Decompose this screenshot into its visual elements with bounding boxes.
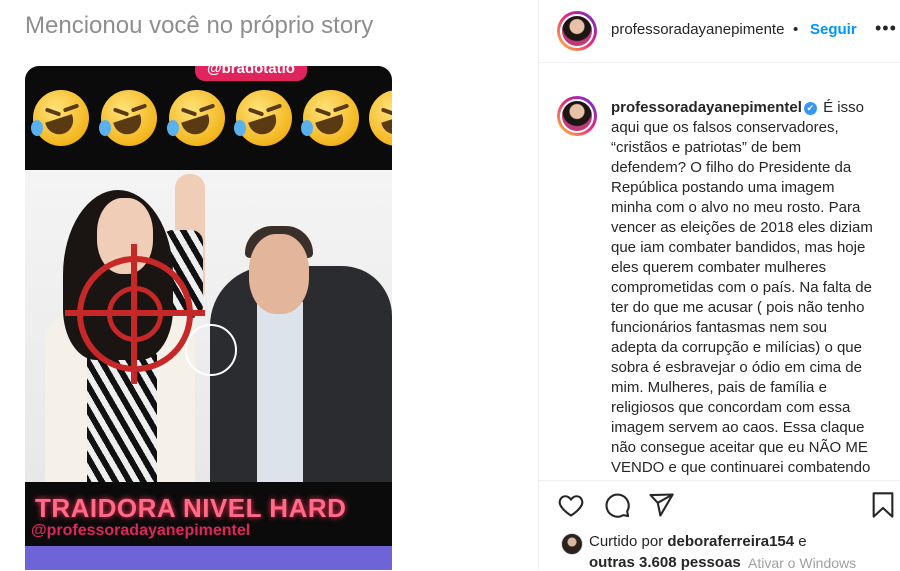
caption-avatar[interactable] (557, 96, 597, 136)
photo-man-shirt (257, 302, 303, 486)
avatar[interactable] (557, 11, 597, 51)
caption-username[interactable]: professoradayanepimentel (611, 99, 802, 116)
story-image[interactable]: @bradotatio TRAIDORA NIVEL HARD @profess… (25, 66, 392, 570)
laughing-emoji-icon (301, 90, 359, 146)
laughing-emoji-icon (31, 90, 89, 146)
more-options-icon[interactable]: ••• (875, 18, 897, 39)
follow-button[interactable]: Seguir (810, 21, 857, 38)
caption-area[interactable]: professoradayanepimentel ✔ É isso aqui qu… (539, 63, 900, 479)
story-caption: TRAIDORA NIVEL HARD (35, 493, 347, 523)
others-count[interactable]: outras 3.608 pessoas (589, 554, 741, 571)
story-top-tag: @bradotatio (195, 66, 307, 81)
separator-dot: • (793, 21, 799, 38)
comment-icon[interactable] (603, 491, 631, 519)
photo-man-face (249, 234, 309, 314)
story-emoji-band: @bradotatio (25, 66, 392, 170)
caption-text: É isso aqui que os falsos conservadores,… (611, 99, 873, 476)
laughing-emoji-icon (167, 90, 225, 146)
liked-by-suffix: e (798, 533, 807, 550)
liker-username[interactable]: deboraferreira154 (667, 533, 794, 550)
story-purple-bar (25, 546, 392, 570)
crosshair-vertical (131, 244, 137, 384)
likes-count[interactable]: outras 3.608 pessoas (589, 554, 741, 571)
post-header: professoradayanepimente • Seguir ••• (539, 0, 900, 63)
share-icon[interactable] (647, 491, 675, 519)
laughing-emoji-icon (234, 90, 292, 146)
header-username[interactable]: professoradayanepimente (611, 21, 784, 38)
verified-badge-icon: ✔ (803, 101, 817, 115)
liked-by: Curtido por deboraferreira154 e (589, 533, 807, 550)
story-mention-panel: Mencionou você no próprio story @bradota… (0, 0, 538, 570)
windows-activation-watermark: Ativar o Windows (748, 555, 857, 571)
laughing-emoji-icon (369, 90, 392, 146)
post-panel: professoradayanepimente • Seguir ••• pro… (538, 0, 900, 571)
panel-title: Mencionou você no próprio story (25, 12, 374, 39)
bookmark-icon[interactable] (869, 491, 897, 519)
post-actions: Curtido por deboraferreira154 e outras 3… (539, 480, 900, 571)
story-handle-strip: @professoradayanepimentel (25, 522, 392, 548)
laughing-emoji-icon (99, 90, 157, 146)
heart-icon[interactable] (557, 491, 585, 519)
liker-avatar[interactable] (561, 533, 583, 555)
liked-by-prefix: Curtido por (589, 533, 664, 550)
post-caption: professoradayanepimentel ✔ É isso aqui qu… (611, 98, 873, 478)
white-ring (185, 324, 237, 376)
story-handle: @professoradayanepimentel (31, 522, 251, 539)
